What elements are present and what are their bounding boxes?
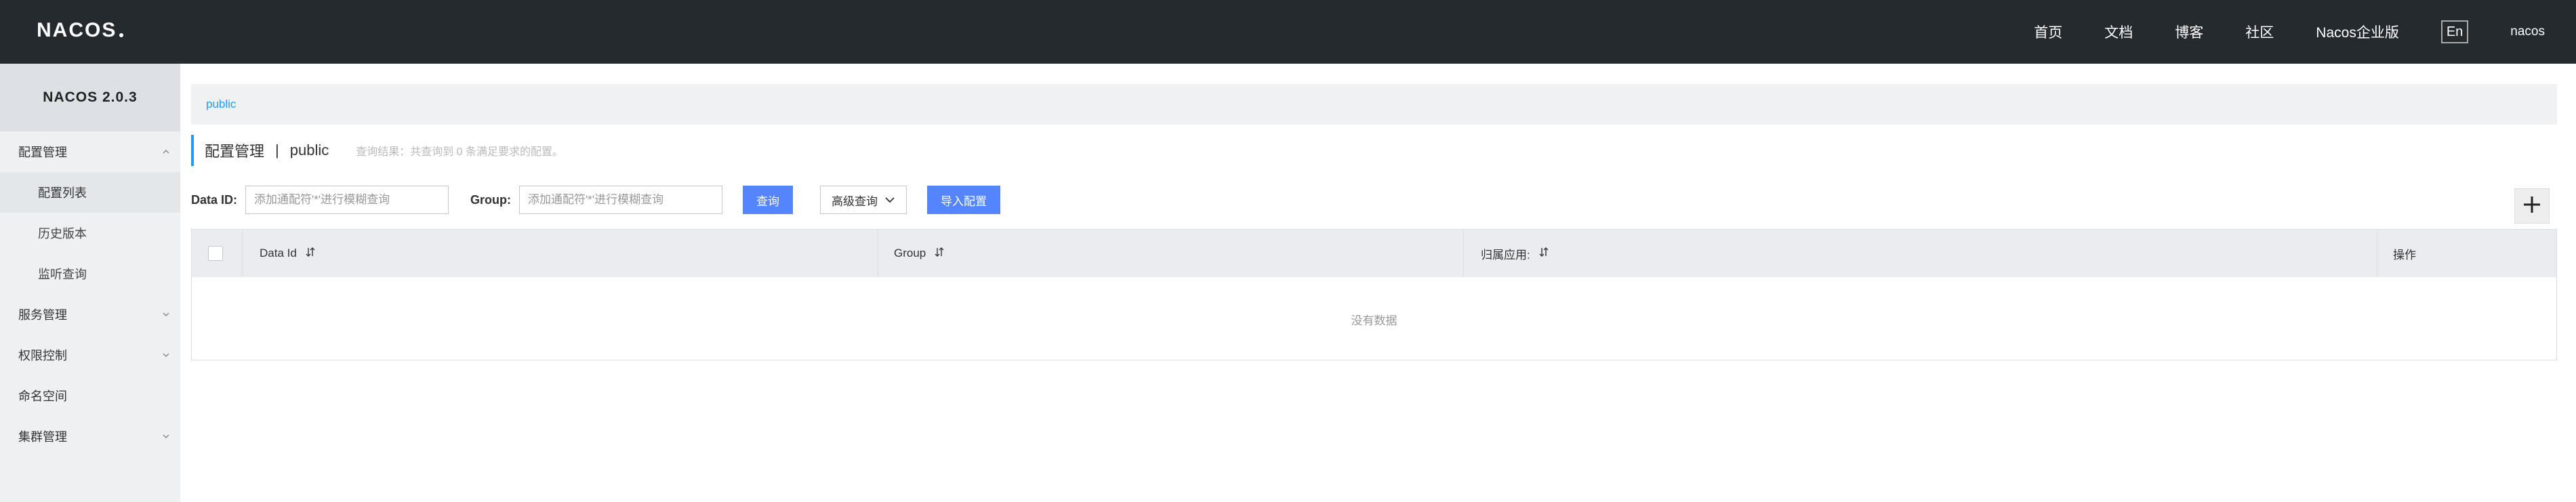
logo-dot: [119, 33, 124, 37]
sidebar: NACOS 2.0.3 配置管理 配置列表 历史版本 监听查询 服务管理 权限控…: [0, 64, 180, 502]
filter-row: Data ID: Group: 查询 高级查询 导入配置: [191, 186, 1001, 214]
sidebar-item-label: 权限控制: [18, 349, 67, 362]
sidebar-item-label: 监听查询: [38, 268, 87, 281]
column-header-app[interactable]: 归属应用:: [1481, 230, 1549, 277]
group-label: Group:: [470, 192, 512, 207]
sidebar-item-history[interactable]: 历史版本: [0, 213, 180, 253]
sidebar-item-label: 集群管理: [18, 430, 67, 444]
sort-icon[interactable]: [1538, 247, 1549, 261]
sidebar-version-title: NACOS 2.0.3: [43, 89, 138, 105]
config-table: Data Id Group 归属应用: 操作 没有数据: [191, 229, 2557, 360]
advanced-search-label: 高级查询: [832, 194, 878, 208]
column-label: Group: [894, 247, 926, 259]
heading-separator: |: [275, 142, 279, 159]
chevron-down-icon: [163, 433, 169, 440]
nav-docs-link[interactable]: 文档: [2104, 22, 2133, 42]
top-navigation-bar: NACOS 首页 文档 博客 社区 Nacos企业版 En nacos: [0, 0, 2576, 64]
select-all-cell: [208, 230, 223, 277]
advanced-search-button[interactable]: 高级查询: [820, 186, 907, 214]
language-switch-button[interactable]: En: [2440, 20, 2469, 43]
sort-icon[interactable]: [305, 247, 316, 261]
group-input[interactable]: [519, 186, 723, 214]
logo-text: NACOS: [37, 19, 117, 41]
select-all-checkbox[interactable]: [208, 246, 223, 261]
heading-namespace: public: [289, 142, 329, 159]
sidebar-item-config-management[interactable]: 配置管理: [0, 131, 180, 172]
namespace-public-link[interactable]: public: [206, 98, 236, 111]
add-config-button[interactable]: [2514, 188, 2550, 224]
column-label: 操作: [2393, 248, 2416, 262]
column-label: Data Id: [260, 247, 297, 259]
nacos-logo[interactable]: NACOS: [37, 17, 124, 44]
sidebar-item-label: 配置列表: [38, 186, 87, 200]
column-divider: [242, 230, 243, 277]
chevron-down-icon: [884, 193, 895, 207]
sidebar-item-access-control[interactable]: 权限控制: [0, 335, 180, 375]
chevron-down-icon: [163, 352, 169, 358]
nav-enterprise-link[interactable]: Nacos企业版: [2316, 22, 2399, 42]
table-empty-state: 没有数据: [1351, 314, 1397, 327]
sidebar-item-namespace[interactable]: 命名空间: [0, 375, 180, 416]
data-id-input[interactable]: [245, 186, 449, 214]
sidebar-item-label: 命名空间: [18, 390, 67, 403]
import-config-button[interactable]: 导入配置: [927, 186, 1001, 214]
sort-icon[interactable]: [934, 247, 945, 261]
nav-blog-link[interactable]: 博客: [2175, 22, 2203, 42]
chevron-down-icon: [163, 311, 169, 318]
sidebar-item-label: 历史版本: [38, 227, 87, 240]
sidebar-item-label: 服务管理: [18, 308, 67, 322]
sidebar-item-service-management[interactable]: 服务管理: [0, 294, 180, 335]
nav-community-link[interactable]: 社区: [2245, 22, 2274, 42]
chevron-up-icon: [163, 148, 169, 155]
sidebar-item-cluster-management[interactable]: 集群管理: [0, 416, 180, 457]
query-result-text: 查询结果：共查询到 0 条满足要求的配置。: [356, 146, 564, 158]
plus-icon: [2522, 194, 2542, 218]
sidebar-item-config-list[interactable]: 配置列表: [0, 172, 180, 213]
sidebar-menu: 配置管理 配置列表 历史版本 监听查询 服务管理 权限控制 命名空间 集群管理: [0, 131, 180, 457]
sidebar-header: NACOS 2.0.3: [0, 64, 180, 131]
nav-home-link[interactable]: 首页: [2034, 22, 2062, 42]
column-label: 归属应用:: [1481, 248, 1530, 262]
sidebar-item-label: 配置管理: [18, 146, 67, 159]
search-button[interactable]: 查询: [743, 186, 794, 214]
table-header: Data Id Group 归属应用: 操作: [192, 230, 2556, 277]
namespace-bar: public: [191, 84, 2557, 125]
page-title: 配置管理: [205, 143, 265, 160]
top-nav-links: 首页 文档 博客 社区 Nacos企业版 En nacos: [1992, 0, 2545, 64]
page-heading: 配置管理 | public 查询结果：共查询到 0 条满足要求的配置。: [191, 135, 563, 166]
column-header-group[interactable]: Group: [894, 230, 945, 277]
column-divider: [1463, 230, 1464, 277]
user-menu[interactable]: nacos: [2510, 24, 2545, 39]
column-header-actions: 操作: [2393, 230, 2416, 277]
column-header-data-id[interactable]: Data Id: [260, 230, 316, 277]
sidebar-item-listener-query[interactable]: 监听查询: [0, 253, 180, 294]
data-id-label: Data ID:: [191, 192, 238, 207]
